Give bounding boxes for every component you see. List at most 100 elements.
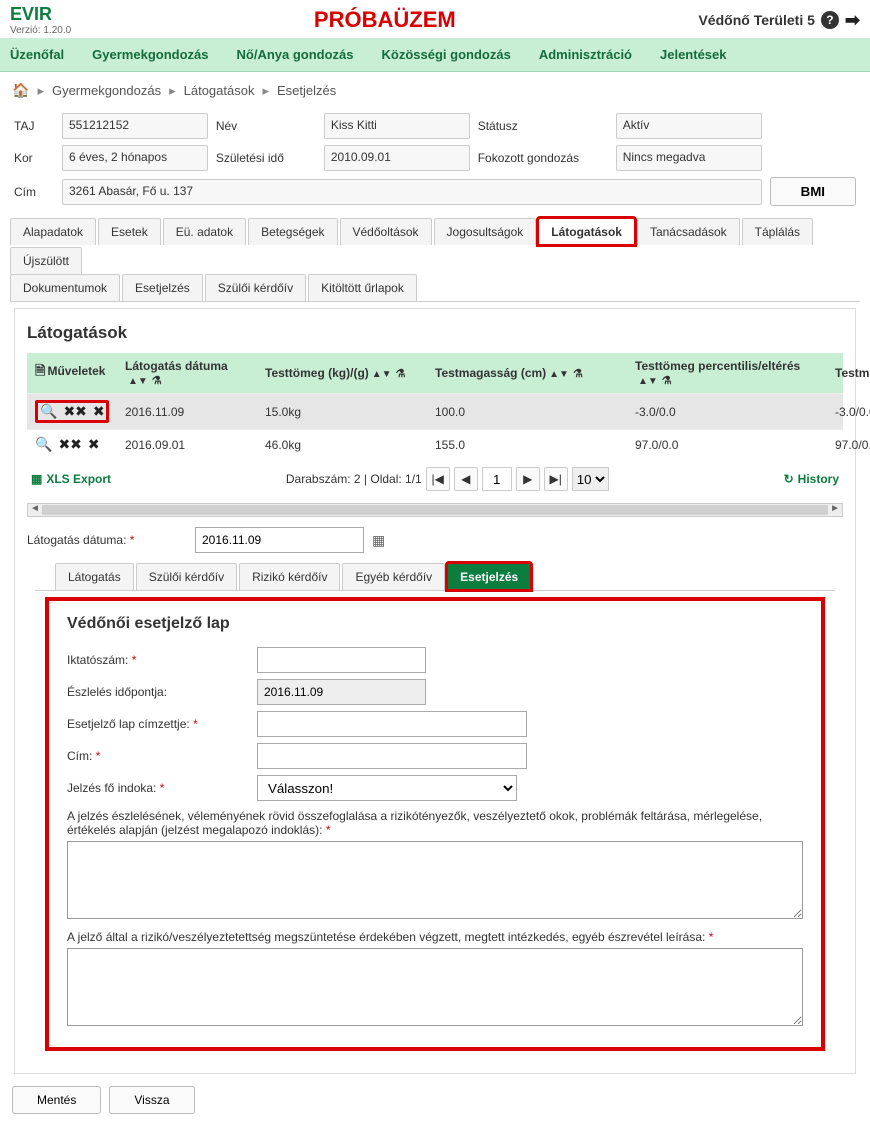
bmi-button[interactable]: BMI [770,177,856,206]
save-button[interactable]: Mentés [12,1086,101,1114]
subtab-latogatas[interactable]: Látogatás [55,563,134,590]
sort-icon[interactable]: ▲▼ [372,372,392,378]
history-label: History [798,472,839,486]
textarea-desc1[interactable] [67,841,803,919]
col-height[interactable]: Testmagasság (cm) [435,366,546,380]
nav-admin[interactable]: Adminisztráció [539,47,632,62]
excel-icon: ▦ [31,472,42,486]
chevron-right-icon: ▸ [262,83,269,99]
page-size-select[interactable]: 10 [572,467,609,491]
tab-vedooltasok[interactable]: Védőoltások [340,218,432,245]
col-ops: Műveletek [47,364,105,378]
label-cim: Cím: * [67,749,257,763]
edit-icon[interactable]: ✖✖ [58,436,81,453]
tab-ujszulott[interactable]: Újszülött [10,247,82,274]
nav-uzenofal[interactable]: Üzenőfal [10,47,64,62]
label-fokozott: Fokozott gondozás [478,151,608,165]
select-indok[interactable]: Válasszon! [257,775,517,801]
app-version: Verzió: 1.20.0 [10,25,71,36]
tab-taplalas[interactable]: Táplálás [742,218,813,245]
input-cimzett[interactable] [257,711,527,737]
subtab-egyeb[interactable]: Egyéb kérdőív [342,563,445,590]
cell-date: 2016.09.01 [117,432,257,458]
app-title: EVIR [10,4,71,25]
bc-2[interactable]: Látogatások [184,83,255,98]
tab-szuloi[interactable]: Szülői kérdőív [205,274,306,301]
sort-icon[interactable]: ▲▼ [128,379,148,385]
nav-kozossegi[interactable]: Közösségi gondozás [382,47,511,62]
delete-icon[interactable]: ✖ [88,436,100,453]
value-kor: 6 éves, 2 hónapos [62,145,208,171]
sort-icon[interactable]: ▲▼ [638,379,658,385]
tab-betegsegek[interactable]: Betegségek [248,218,337,245]
horizontal-scrollbar[interactable] [27,503,843,517]
label-indok: Jelzés fő indoka: * [67,781,257,795]
nav-gyermek[interactable]: Gyermekgondozás [92,47,208,62]
nav-jelentesek[interactable]: Jelentések [660,47,727,62]
subtab-esetjelzes[interactable]: Esetjelzés [447,563,531,590]
case-panel: Védőnői esetjelző lap Iktatószám: * Észl… [45,597,825,1051]
breadcrumb: 🏠 ▸ Gyermekgondozás ▸ Látogatások ▸ Eset… [0,72,870,109]
table-row[interactable]: 🔍 ✖✖ ✖ 2016.09.01 46.0kg 155.0 97.0/0.0 … [27,429,843,459]
cell-hperc: 97.0/0.0 [827,432,870,458]
edit-icon[interactable]: ✖✖ [63,403,86,420]
input-cim[interactable] [257,743,527,769]
pager-count: Darabszám: 2 | Oldal: 1/1 [286,472,422,486]
tab-tanacsadasok[interactable]: Tanácsadások [637,218,740,245]
help-icon[interactable]: ? [821,11,839,29]
tab-latogatasok[interactable]: Látogatások [538,218,635,245]
banner-title: PRÓBAÜZEM [71,7,698,33]
tab-alapadatok[interactable]: Alapadatok [10,218,96,245]
nav-noanya[interactable]: Nő/Anya gondozás [237,47,354,62]
bc-1[interactable]: Gyermekgondozás [52,83,161,98]
cell-height: 155.0 [427,432,627,458]
view-icon[interactable]: 🔍 [35,436,52,453]
xls-label: XLS Export [46,472,111,486]
pager-next-icon[interactable]: ▶ [516,467,540,491]
user-name: Védőnő Területi 5 [698,12,814,28]
calendar-icon[interactable]: ▦ [372,532,385,549]
col-hperc[interactable]: Testmagasság percentil [835,366,870,380]
filter-icon[interactable]: ⚗ [396,368,406,380]
pager-last-icon[interactable]: ▶| [544,467,568,491]
input-iktato[interactable] [257,647,426,673]
back-button[interactable]: Vissza [109,1086,194,1114]
subtab-szuloi[interactable]: Szülői kérdőív [136,563,237,590]
pager-prev-icon[interactable]: ◀ [454,467,478,491]
view-icon[interactable]: 🔍 [40,403,57,420]
value-nev: Kiss Kitti [324,113,470,139]
tab-esetjelzes[interactable]: Esetjelzés [122,274,203,301]
tab-esetek[interactable]: Esetek [98,218,161,245]
tab-dokumentumok[interactable]: Dokumentumok [10,274,120,301]
table-row[interactable]: 🔍 ✖✖ ✖ 2016.11.09 15.0kg 100.0 -3.0/0.0 … [27,393,843,429]
col-weight[interactable]: Testtömeg (kg)/(g) [265,366,369,380]
desc1: A jelzés észlelésének, véleményének rövi… [67,809,803,837]
filter-icon[interactable]: ⚗ [573,368,583,380]
sort-icon[interactable]: ▲▼ [549,372,569,378]
label-kor: Kor [14,151,54,165]
logout-icon[interactable]: ➡ [845,10,860,31]
label-iktato: Iktatószám: * [67,653,257,667]
history-link[interactable]: ↻ History [784,472,839,486]
visits-section: Látogatások 🗎Műveletek Látogatás dátuma▲… [14,308,856,1074]
col-date[interactable]: Látogatás dátuma [125,359,228,373]
ops-header-icon: 🗎 [35,363,45,378]
pager-first-icon[interactable]: |◀ [426,467,450,491]
xls-export-link[interactable]: ▦ XLS Export [31,472,111,486]
delete-icon[interactable]: ✖ [93,403,105,420]
col-wperc[interactable]: Testtömeg percentilis/eltérés [635,359,800,373]
cell-weight: 15.0kg [257,399,427,425]
tab-kitoltott[interactable]: Kitöltött űrlapok [308,274,417,301]
cell-hperc: -3.0/0.0 [827,399,870,425]
home-icon[interactable]: 🏠 [12,82,29,99]
tab-jogosultsagok[interactable]: Jogosultságok [434,218,537,245]
filter-icon[interactable]: ⚗ [152,375,162,387]
visit-date-input[interactable] [195,527,364,553]
subtab-riziko[interactable]: Rizikó kérdőív [239,563,340,590]
textarea-desc2[interactable] [67,948,803,1026]
input-eszleles [257,679,426,705]
pager-page-input[interactable] [482,467,512,491]
filter-icon[interactable]: ⚗ [662,375,672,387]
tab-eu[interactable]: Eü. adatok [163,218,246,245]
cell-wperc: -3.0/0.0 [627,399,827,425]
